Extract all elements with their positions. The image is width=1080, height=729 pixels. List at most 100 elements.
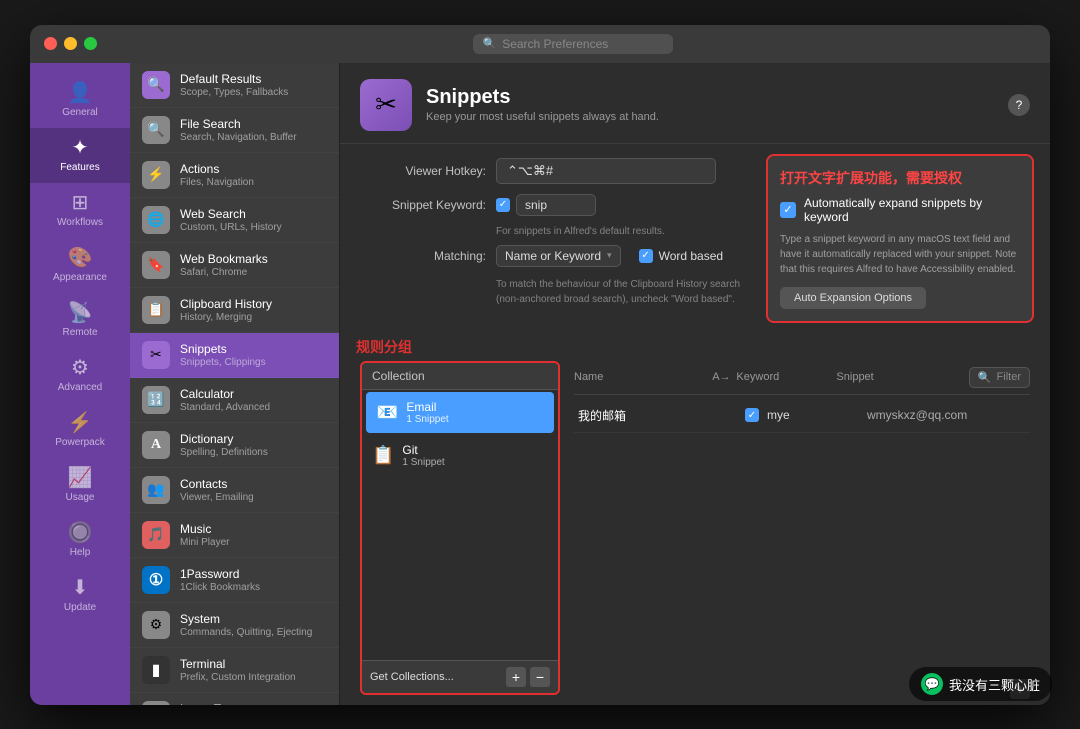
nav-item-help[interactable]: 🔘 Help xyxy=(30,513,130,568)
nav-item-advanced[interactable]: ⚙ Advanced xyxy=(30,348,130,403)
snippet-filter[interactable]: 🔍 Filter xyxy=(969,367,1030,388)
terminal-icon: ▮ xyxy=(142,656,170,684)
git-collection-icon: 📋 xyxy=(372,445,394,466)
nav-item-appearance[interactable]: 🎨 Appearance xyxy=(30,238,130,293)
snippet-table-header: Name A→ Keyword Snippet 🔍 Filter xyxy=(574,361,1030,395)
update-icon: ⬇ xyxy=(72,578,89,598)
collection-list: 📧 Email 1 Snippet 📋 Git 1 Snippet xyxy=(362,390,558,660)
music-icon: 🎵 xyxy=(142,521,170,549)
matching-select[interactable]: Name or Keyword ▾ xyxy=(496,245,621,267)
settings-file-search[interactable]: 🔍 File Search Search, Navigation, Buffer xyxy=(130,108,339,153)
features-icon: ✦ xyxy=(72,138,89,158)
actions-icon: ⚡ xyxy=(142,161,170,189)
settings-web-bookmarks[interactable]: 🔖 Web Bookmarks Safari, Chrome xyxy=(130,243,339,288)
nav-item-features[interactable]: ✦ Features xyxy=(30,128,130,183)
advanced-icon: ⚙ xyxy=(71,358,89,378)
snippet-keyword-input[interactable] xyxy=(516,194,596,216)
matching-hint: To match the behaviour of the Clipboard … xyxy=(496,277,750,307)
nav-item-workflows[interactable]: ⊞ Workflows xyxy=(30,183,130,238)
settings-actions[interactable]: ⚡ Actions Files, Navigation xyxy=(130,153,339,198)
panel-icon: ✂ xyxy=(360,79,412,131)
col-snippet: Snippet xyxy=(836,371,968,383)
remote-icon: 📡 xyxy=(68,303,93,323)
panel-title-block: Snippets Keep your most useful snippets … xyxy=(426,86,659,123)
clipboard-icon: 📋 xyxy=(142,296,170,324)
panel-header: ✂ Snippets Keep your most useful snippet… xyxy=(340,63,1050,144)
word-based-label: Word based xyxy=(659,249,723,263)
viewer-hotkey-label: Viewer Hotkey: xyxy=(356,164,486,178)
1password-icon: ① xyxy=(142,566,170,594)
close-button[interactable] xyxy=(44,37,57,50)
settings-snippets[interactable]: ✂ Snippets Snippets, Clippings xyxy=(130,333,339,378)
minimize-button[interactable] xyxy=(64,37,77,50)
auto-expand-checkbox[interactable]: ✓ xyxy=(780,202,796,218)
nav-item-remote[interactable]: 📡 Remote xyxy=(30,293,130,348)
snippet-row-email[interactable]: 我的邮箱 ✓ mye wmyskxz@qq.com xyxy=(574,399,1030,433)
settings-sidebar: 🔍 Default Results Scope, Types, Fallback… xyxy=(130,63,340,705)
expansion-panel: 打开文字扩展功能，需要授权 ✓ Automatically expand sni… xyxy=(766,154,1034,323)
matching-row: Matching: Name or Keyword ▾ ✓ Word based xyxy=(356,245,750,267)
settings-dictionary[interactable]: A Dictionary Spelling, Definitions xyxy=(130,423,339,468)
snippet-keyword-label: Snippet Keyword: xyxy=(356,198,486,212)
collection-header: Collection xyxy=(362,363,558,390)
settings-contacts[interactable]: 👥 Contacts Viewer, Emailing xyxy=(130,468,339,513)
snippet-keyword-checkbox[interactable]: ✓ xyxy=(496,198,510,212)
auto-expand-label: Automatically expand snippets by keyword xyxy=(804,196,1020,224)
settings-large-type[interactable]: L Large Type Display, Font xyxy=(130,693,339,705)
get-collections-button[interactable]: Get Collections... xyxy=(370,671,454,683)
expansion-description: Type a snippet keyword in any macOS text… xyxy=(780,232,1020,277)
web-bookmarks-icon: 🔖 xyxy=(142,251,170,279)
snippet-keyword-hint: For snippets in Alfred's default results… xyxy=(496,226,750,237)
settings-web-search[interactable]: 🌐 Web Search Custom, URLs, History xyxy=(130,198,339,243)
col-keyword: Keyword xyxy=(736,371,836,383)
settings-calculator[interactable]: 🔢 Calculator Standard, Advanced xyxy=(130,378,339,423)
filter-placeholder: Filter xyxy=(997,371,1021,383)
watermark: 💬 我没有三颗心脏 xyxy=(909,667,1052,701)
nav-item-update[interactable]: ⬇ Update xyxy=(30,568,130,623)
bottom-area: Collection 📧 Email 1 Snippet 📋 xyxy=(340,361,1050,705)
snippets-icon: ✂ xyxy=(142,341,170,369)
collection-footer: Get Collections... + − xyxy=(362,660,558,693)
collection-item-email[interactable]: 📧 Email 1 Snippet xyxy=(366,392,554,433)
titlebar-search[interactable]: 🔍 Search Preferences xyxy=(473,34,673,54)
main-panel: ✂ Snippets Keep your most useful snippet… xyxy=(340,63,1050,705)
snippet-content-cell: wmyskxz@qq.com xyxy=(867,408,1026,422)
fullscreen-button[interactable] xyxy=(84,37,97,50)
filter-search-icon: 🔍 xyxy=(978,371,992,384)
file-search-icon: 🔍 xyxy=(142,116,170,144)
nav-item-usage[interactable]: 📈 Usage xyxy=(30,458,130,513)
nav-item-general[interactable]: 👤 General xyxy=(30,73,130,128)
help-button[interactable]: ? xyxy=(1008,94,1030,116)
settings-system[interactable]: ⚙ System Commands, Quitting, Ejecting xyxy=(130,603,339,648)
settings-form: Viewer Hotkey: ⌃⌥⌘# Snippet Keyword: ✓ F… xyxy=(356,158,750,323)
default-results-icon: 🔍 xyxy=(142,71,170,99)
general-icon: 👤 xyxy=(68,83,93,103)
icon-sidebar: 👤 General ✦ Features ⊞ Workflows 🎨 Appea… xyxy=(30,63,130,705)
search-placeholder: Search Preferences xyxy=(502,37,608,51)
panel-description: Keep your most useful snippets always at… xyxy=(426,111,659,123)
settings-default-results[interactable]: 🔍 Default Results Scope, Types, Fallback… xyxy=(130,63,339,108)
viewer-hotkey-value[interactable]: ⌃⌥⌘# xyxy=(496,158,716,184)
contacts-icon: 👥 xyxy=(142,476,170,504)
workflows-icon: ⊞ xyxy=(72,193,89,213)
matching-label: Matching: xyxy=(356,249,486,263)
titlebar: 🔍 Search Preferences xyxy=(30,25,1050,63)
nav-item-powerpack[interactable]: ⚡ Powerpack xyxy=(30,403,130,458)
calculator-icon: 🔢 xyxy=(142,386,170,414)
help-icon: 🔘 xyxy=(68,523,93,543)
chinese-expansion-note: 打开文字扩展功能，需要授权 xyxy=(780,168,1020,188)
word-based-checkbox[interactable]: ✓ xyxy=(639,249,653,263)
add-collection-button[interactable]: + xyxy=(506,667,526,687)
snippet-auto-expand[interactable]: ✓ xyxy=(737,408,767,422)
settings-1password[interactable]: ① 1Password 1Click Bookmarks xyxy=(130,558,339,603)
dictionary-icon: A xyxy=(142,431,170,459)
remove-collection-button[interactable]: − xyxy=(530,667,550,687)
email-collection-icon: 📧 xyxy=(376,402,398,423)
settings-terminal[interactable]: ▮ Terminal Prefix, Custom Integration xyxy=(130,648,339,693)
settings-music[interactable]: 🎵 Music Mini Player xyxy=(130,513,339,558)
collection-item-git[interactable]: 📋 Git 1 Snippet xyxy=(362,435,558,476)
snippet-keyword-cell: mye xyxy=(767,408,867,422)
settings-clipboard[interactable]: 📋 Clipboard History History, Merging xyxy=(130,288,339,333)
auto-expansion-options-button[interactable]: Auto Expansion Options xyxy=(780,287,926,309)
watermark-text: 我没有三颗心脏 xyxy=(949,675,1040,694)
